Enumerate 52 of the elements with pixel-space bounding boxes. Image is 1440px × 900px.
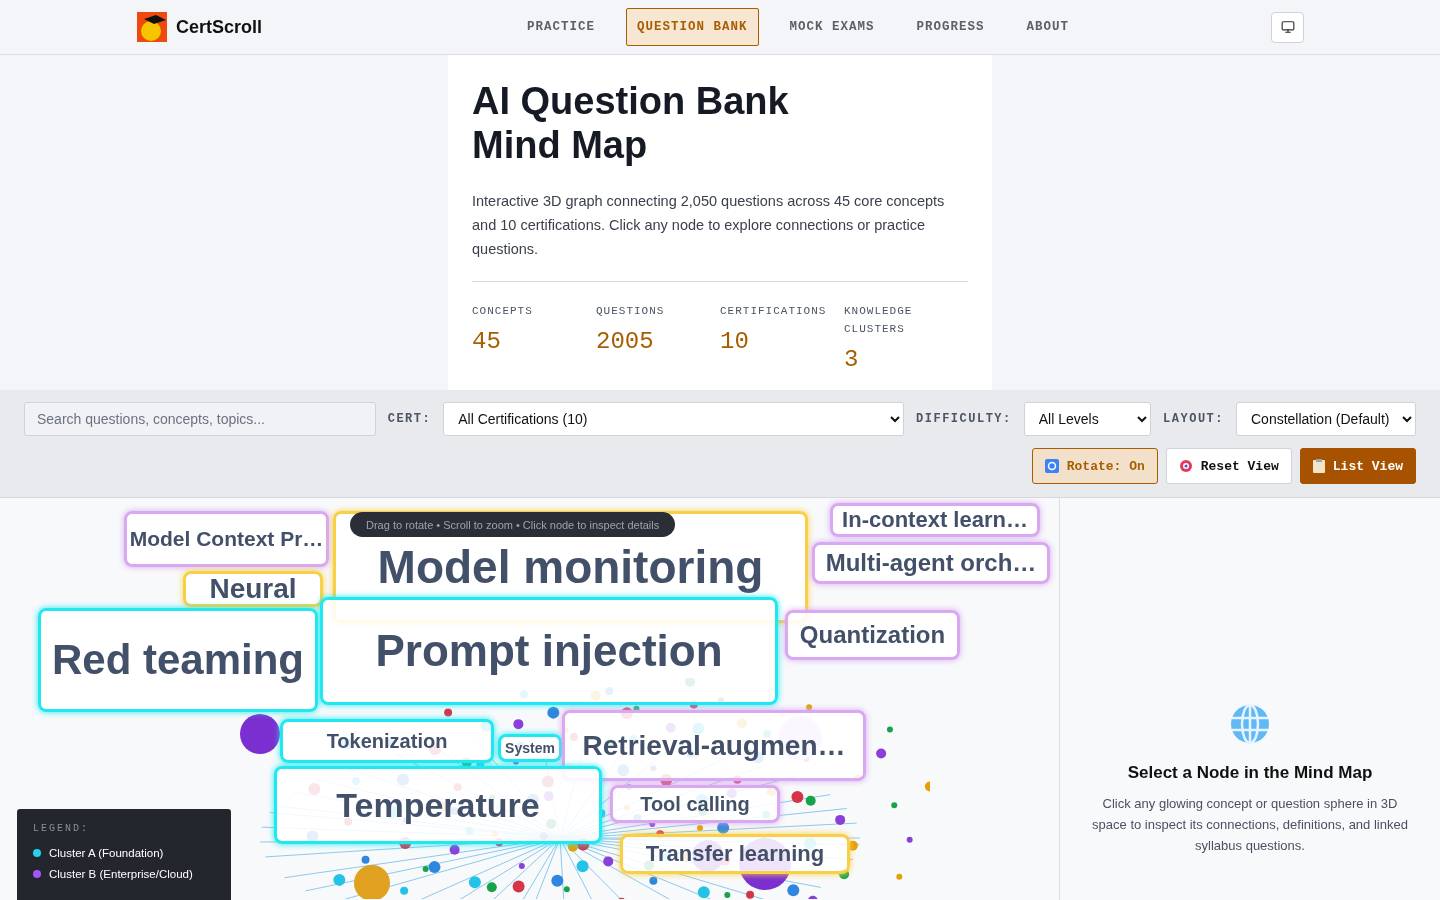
refresh-icon — [1044, 459, 1059, 473]
nav-tab[interactable]: ABOUT — [1015, 8, 1081, 46]
stat-label: CERTIFICATIONS — [720, 304, 828, 319]
monitor-icon — [1280, 20, 1295, 34]
stat-label: CONCEPTS — [472, 304, 534, 319]
concept-label[interactable]: Quantization — [785, 610, 960, 660]
concept-label[interactable]: Temperature — [274, 766, 602, 844]
concept-label[interactable]: Tool calling — [610, 785, 780, 823]
nav-tab[interactable]: MOCK EXAMS — [778, 8, 886, 46]
search-field[interactable]: Search questions, concepts, topics... — [24, 402, 376, 436]
view-button[interactable]: Reset View — [1165, 448, 1292, 484]
globe-icon — [1229, 703, 1271, 745]
stat-label: QUESTIONS — [596, 304, 666, 319]
brand-name: CertScroll — [176, 16, 263, 38]
filter-label: LAYOUT: — [1163, 412, 1224, 426]
concept-label[interactable]: System — [498, 734, 562, 762]
rotate-toggle[interactable]: Rotate: On — [1031, 448, 1158, 484]
concept-label[interactable]: In-context learn… — [830, 503, 1040, 537]
stat-label: KNOWLEDGE CLUSTERS — [844, 304, 914, 337]
nav-tab[interactable]: QUESTION BANK — [626, 8, 759, 46]
graph-hint: Drag to rotate • Scroll to zoom • Click node to inspect details — [350, 512, 676, 537]
clipboard-icon — [1312, 459, 1325, 473]
page-title: AI Question Bank Mind Map — [472, 79, 790, 167]
concept-label[interactable]: Transfer learning — [620, 834, 850, 874]
legend-label: Cluster A (Foundation) — [49, 847, 164, 859]
filter-select[interactable]: All Levels — [1023, 402, 1152, 436]
detail-text: Click any glowing concept or question sphere in 3D space to inspect its connections, definitions, and linked syllabus questions. — [1091, 795, 1409, 855]
concept-label[interactable]: Tokenization — [280, 719, 494, 763]
concept-label[interactable]: Neural — [183, 571, 323, 607]
nav-tab[interactable]: PRACTICE — [516, 8, 606, 46]
concept-label[interactable]: Model Context Pr… — [124, 511, 329, 567]
stat-value: 45 — [472, 328, 502, 355]
filter-select[interactable]: Constellation (Default) — [1236, 402, 1416, 436]
concept-label[interactable]: Red teaming — [38, 608, 318, 712]
logo-icon — [136, 11, 168, 43]
detail-title: Select a Node in the Mind Map — [1127, 763, 1373, 783]
concept-label[interactable]: Multi-agent orch… — [812, 542, 1050, 584]
stat-value: 3 — [844, 346, 860, 373]
view-button[interactable]: List View — [1299, 448, 1416, 484]
stat-value: 10 — [720, 328, 750, 355]
legend-label: Cluster B (Enterprise/Cloud) — [49, 868, 193, 880]
stat-value: 2005 — [596, 328, 655, 355]
filter-label: CERT: — [387, 412, 432, 426]
concept-label[interactable]: Prompt injection — [320, 597, 778, 705]
target-icon — [1178, 459, 1193, 473]
concept-label[interactable]: Retrieval-augmen… — [562, 710, 866, 781]
filter-label: DIFFICULTY: — [916, 412, 1012, 426]
filter-select[interactable]: All Certifications (10) — [443, 402, 905, 436]
page-description: Interactive 3D graph connecting 2,050 questions across 45 core concepts and 10 certifications. Click any node to explore connections or practice questions. — [472, 192, 946, 259]
legend-title: LEGEND: — [33, 823, 90, 834]
nav-tab[interactable]: PROGRESS — [905, 8, 996, 46]
display-button[interactable] — [1271, 11, 1304, 43]
